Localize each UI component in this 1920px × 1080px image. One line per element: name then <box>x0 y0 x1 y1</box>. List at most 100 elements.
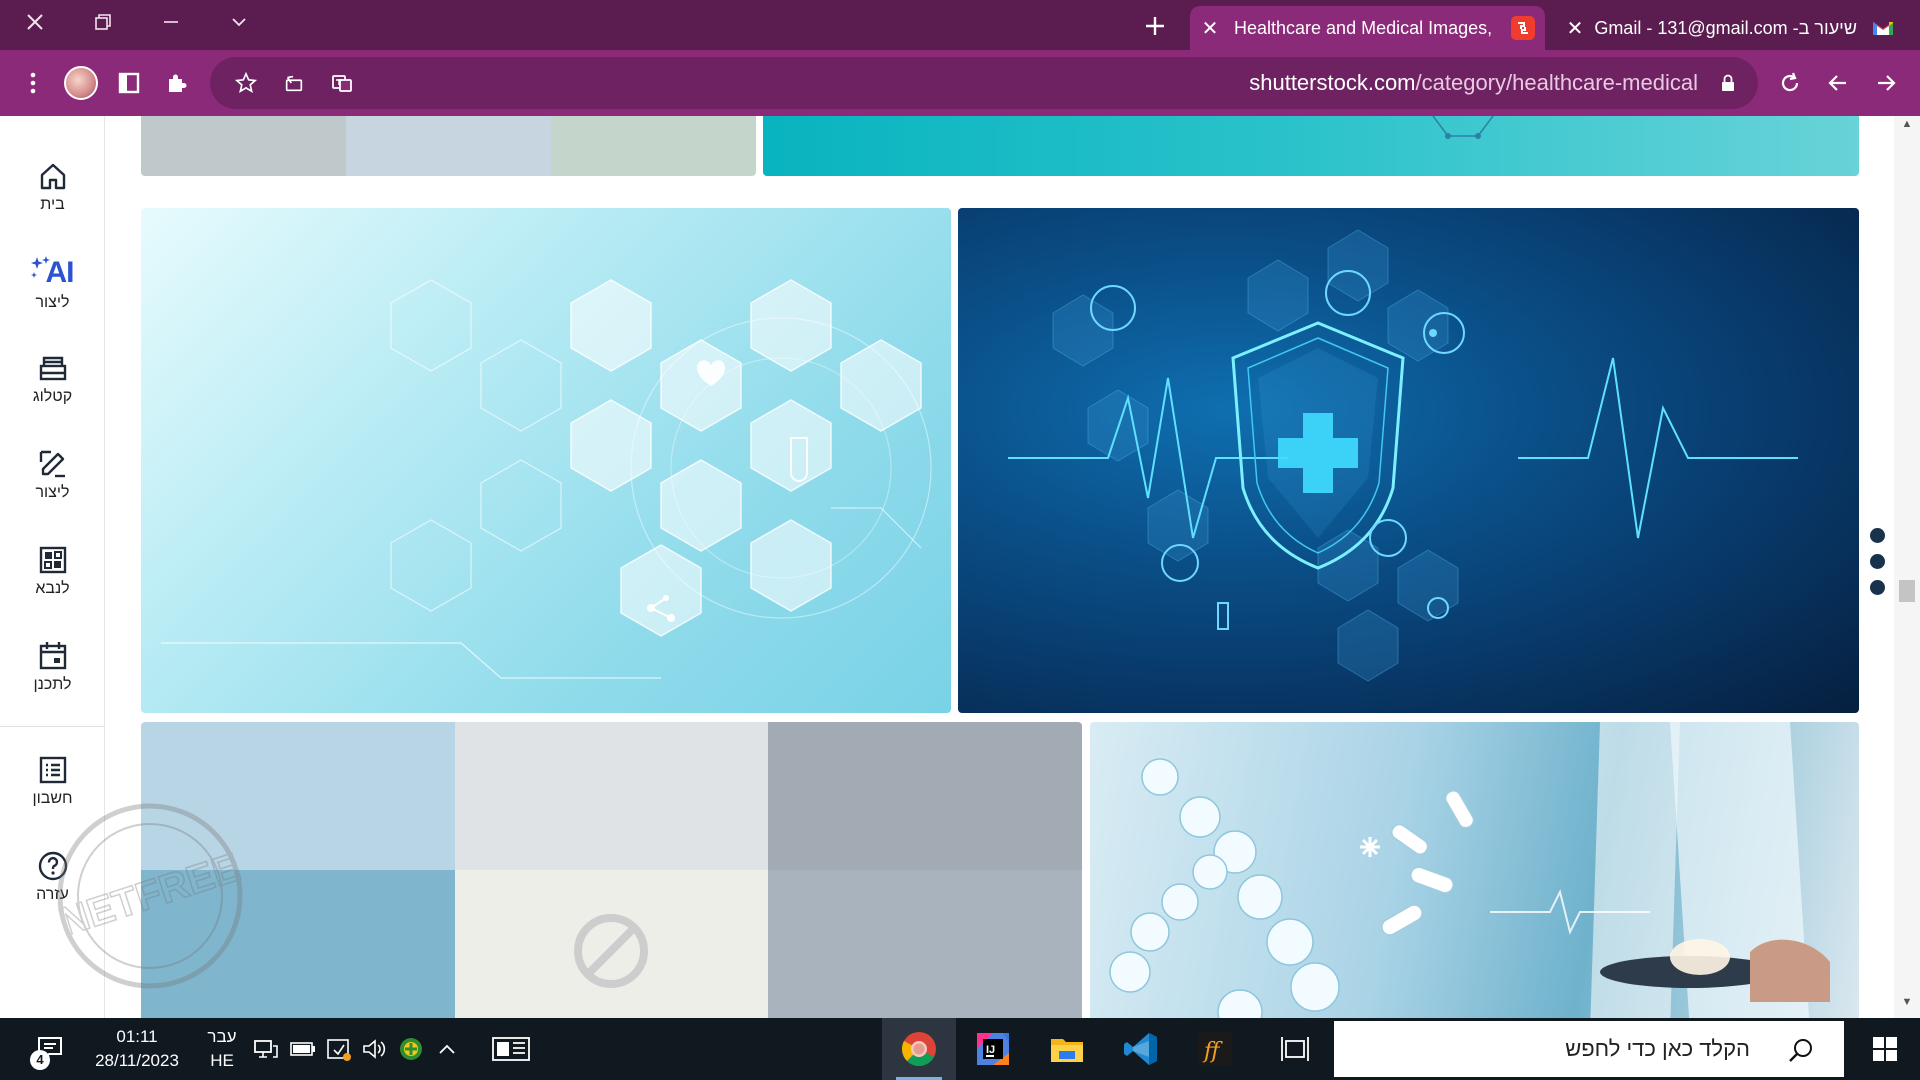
network-icon[interactable] <box>248 1018 284 1080</box>
search-placeholder: הקלד כאן כדי לחפש <box>1565 1036 1750 1061</box>
taskbar-intellij[interactable]: IJ <box>956 1018 1030 1080</box>
language-line1: עבר <box>207 1027 237 1046</box>
language-indicator[interactable]: עבר HE <box>200 1018 244 1080</box>
netfree-tray-icon[interactable] <box>394 1018 428 1080</box>
forward-button[interactable] <box>1863 60 1909 106</box>
browser-toolbar: shutterstock.com/category/healthcare-med… <box>0 50 1920 116</box>
nav-item-catalog[interactable]: קטלוג <box>0 348 105 438</box>
avatar <box>64 66 98 100</box>
url-text[interactable]: shutterstock.com/category/healthcare-med… <box>1249 57 1698 109</box>
nav-item-plan[interactable]: לתכנן <box>0 636 105 726</box>
extensions-button[interactable] <box>154 60 200 106</box>
taskbar-vscode[interactable] <box>1104 1018 1178 1080</box>
edit-icon <box>39 450 65 478</box>
taskbar-chrome-profile[interactable] <box>882 1018 956 1080</box>
ai-icon: AI <box>30 252 75 290</box>
nav-divider <box>0 726 105 727</box>
image-tile-medical-teal[interactable] <box>763 116 1859 176</box>
page-content: בית AI ליצור קטלוג ליצור לנבא לתכנן חשבו… <box>0 116 1920 1018</box>
profile-avatar-button[interactable] <box>58 60 104 106</box>
svg-text:IJ: IJ <box>986 1044 995 1056</box>
arrow-left-icon <box>1828 75 1846 91</box>
image-tile-medical-shield-dark[interactable] <box>958 208 1859 713</box>
tab-title: שיעור ב- Gmail - 131@gmail.com <box>1595 17 1857 38</box>
language-line2: HE <box>210 1051 234 1070</box>
windows-logo-icon <box>1873 1037 1897 1061</box>
start-button[interactable] <box>1850 1018 1920 1080</box>
battery-icon[interactable] <box>286 1018 320 1080</box>
taskbar-fontforge[interactable]: ff <box>1178 1018 1252 1080</box>
url-host: shutterstock.com <box>1249 70 1416 95</box>
window-restore-button[interactable] <box>68 0 138 44</box>
clock[interactable]: 01:11 28/11/2023 <box>82 1018 192 1080</box>
nav-item-help[interactable]: עזרה <box>0 846 105 936</box>
window-close-button[interactable] <box>0 0 70 44</box>
new-tab-button[interactable] <box>1130 6 1180 46</box>
lock-icon[interactable] <box>1708 63 1748 103</box>
nav-label: חשבון <box>32 790 73 807</box>
side-navigation: בית AI ליצור קטלוג ליצור לנבא לתכנן חשבו… <box>0 116 105 1018</box>
nav-label: ליצור <box>35 484 70 501</box>
nav-item-account[interactable]: חשבון <box>0 750 105 840</box>
address-bar[interactable]: shutterstock.com/category/healthcare-med… <box>210 57 1758 109</box>
scroll-up-icon[interactable]: ▲ <box>1894 118 1920 138</box>
tab-title: Healthcare and Medical Images, <box>1234 17 1493 38</box>
nav-label: בית <box>40 196 65 213</box>
dashboard-icon <box>39 546 66 574</box>
clock-date: 28/11/2023 <box>95 1051 179 1070</box>
taskbar-search-box[interactable]: הקלד כאן כדי לחפש <box>1334 1021 1844 1077</box>
windows-taskbar: 4 01:11 28/11/2023 עבר HE IJ ff הקלד כאן… <box>0 1018 1920 1080</box>
window-minimize-button[interactable] <box>136 0 206 44</box>
image-tile-blocked[interactable] <box>141 722 1082 1018</box>
fontforge-icon: ff <box>1198 1032 1232 1066</box>
reload-icon <box>1781 72 1799 92</box>
gmail-favicon-icon <box>1871 16 1895 40</box>
shutterstock-favicon-icon <box>1511 16 1535 40</box>
more-options-dots[interactable] <box>1870 528 1890 598</box>
browser-tab-strip: ✕ Healthcare and Medical Images, ✕ שיעור… <box>0 0 1920 50</box>
chevron-up-icon <box>439 1044 455 1054</box>
scrollbar-thumb[interactable] <box>1899 580 1915 602</box>
bookmark-star-icon[interactable] <box>226 63 266 103</box>
nav-item-edit-create[interactable]: ליצור <box>0 444 105 534</box>
taskbar-task-view[interactable] <box>1258 1018 1332 1080</box>
account-list-icon <box>39 756 66 784</box>
folder-icon <box>1051 1039 1083 1062</box>
close-tab-icon[interactable]: ✕ <box>1555 16 1595 41</box>
image-tile-doctor-dna[interactable] <box>1090 722 1859 1018</box>
tab-search-dropdown[interactable] <box>204 0 274 44</box>
close-icon <box>27 14 43 30</box>
share-icon[interactable] <box>274 63 314 103</box>
browser-menu-button[interactable] <box>10 60 56 106</box>
nav-item-ai-create[interactable]: AI ליצור <box>0 252 105 342</box>
news-widget-icon[interactable] <box>486 1018 536 1080</box>
back-button[interactable] <box>1815 60 1861 106</box>
image-tile-blocked[interactable] <box>141 116 756 176</box>
vscode-icon <box>1124 1033 1157 1065</box>
image-tile-hexagon-medical-light[interactable] <box>141 208 951 713</box>
page-scrollbar[interactable]: ▲ ▼ <box>1894 116 1920 1018</box>
show-hidden-icons-button[interactable] <box>430 1018 464 1080</box>
side-panel-icon <box>118 72 140 94</box>
translate-icon[interactable] <box>322 63 362 103</box>
close-tab-icon[interactable]: ✕ <box>1190 16 1230 41</box>
security-app-icon[interactable] <box>322 1018 356 1080</box>
reload-button[interactable] <box>1767 60 1813 106</box>
tab-healthcare[interactable]: ✕ Healthcare and Medical Images, <box>1190 6 1545 50</box>
nav-label: לנבא <box>35 580 70 597</box>
volume-icon[interactable] <box>358 1018 392 1080</box>
notifications-button[interactable]: 4 <box>20 1018 80 1080</box>
kebab-menu-icon <box>30 72 36 94</box>
minimize-icon <box>164 21 178 23</box>
intellij-icon: IJ <box>977 1033 1009 1065</box>
nav-label: לתכנן <box>33 676 72 693</box>
nav-item-home[interactable]: בית <box>0 156 105 246</box>
puzzle-icon <box>169 74 187 92</box>
tab-gmail[interactable]: ✕ שיעור ב- Gmail - 131@gmail.com <box>1555 6 1905 50</box>
nav-item-predict[interactable]: לנבא <box>0 540 105 630</box>
chevron-down-icon <box>232 18 246 27</box>
side-panel-button[interactable] <box>106 60 152 106</box>
taskbar-file-explorer[interactable] <box>1030 1018 1104 1080</box>
restore-icon <box>95 14 111 30</box>
scroll-down-icon[interactable]: ▼ <box>1894 996 1920 1016</box>
